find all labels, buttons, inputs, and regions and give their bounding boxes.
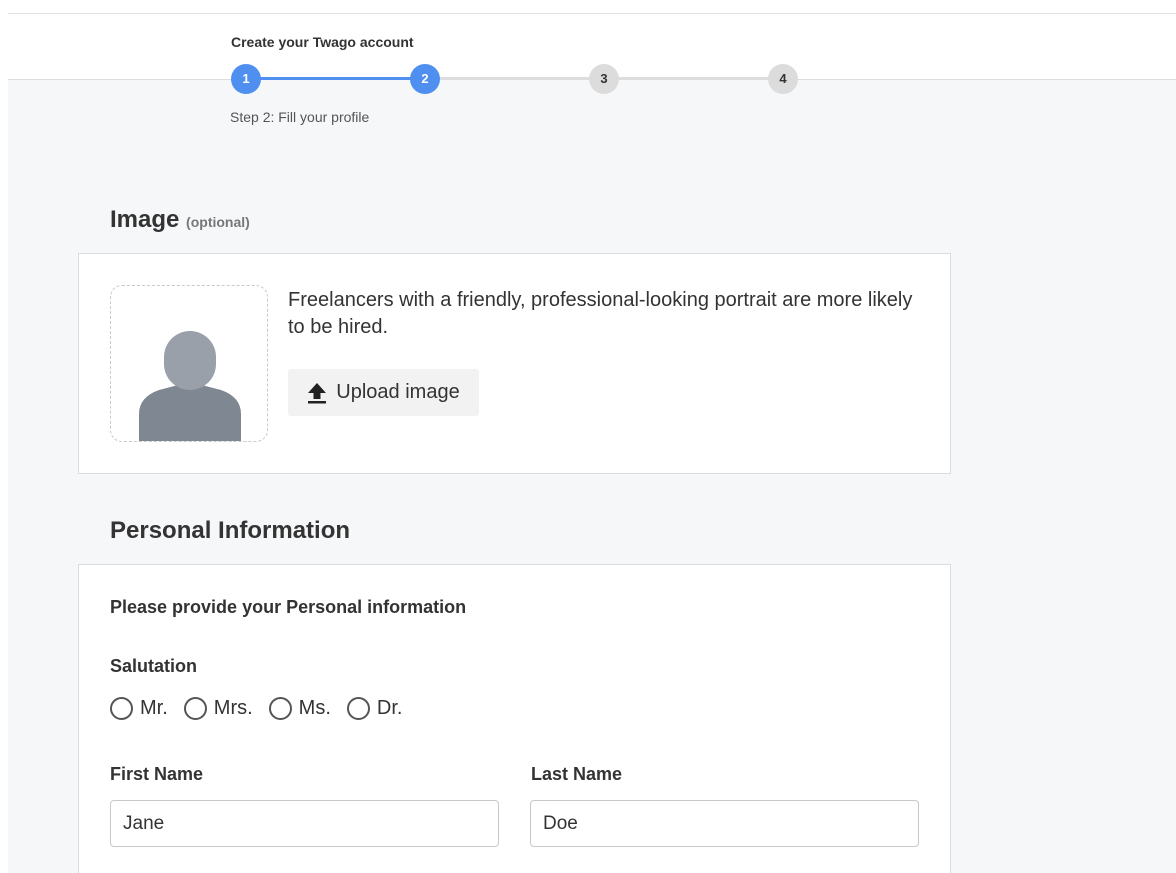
first-name-label: First Name	[110, 764, 204, 784]
salutation-option-label: Mr.	[140, 696, 168, 719]
salutation-option-mrs[interactable]: Mrs.	[183, 696, 253, 720]
wizard-title: Create your Twago account	[231, 34, 414, 50]
radio-button[interactable]	[110, 696, 133, 720]
image-section-title-text: Image	[110, 206, 180, 233]
first-name-input[interactable]	[110, 800, 499, 847]
salutation-option-mr[interactable]: Mr.	[110, 696, 168, 720]
step-progress-fill	[246, 77, 425, 80]
last-name-input[interactable]	[530, 800, 919, 847]
step-progress-track	[246, 77, 783, 80]
avatar-placeholder[interactable]	[110, 285, 268, 442]
person-silhouette-icon	[139, 331, 241, 441]
image-section-title: Image (optional)	[110, 206, 250, 234]
salutation-radio-group: Mr. Mrs. Ms. Dr.	[110, 696, 418, 720]
step-1-indicator: 1	[231, 64, 261, 94]
salutation-option-label: Mrs.	[213, 696, 253, 719]
step-4-indicator: 4	[768, 64, 798, 94]
step-3-indicator: 3	[589, 64, 619, 94]
salutation-option-label: Ms.	[298, 696, 331, 719]
salutation-label: Salutation	[110, 656, 198, 676]
upload-image-button[interactable]: Upload image	[288, 369, 479, 416]
salutation-option-ms[interactable]: Ms.	[268, 696, 331, 720]
radio-button[interactable]	[268, 696, 292, 720]
image-hint-text: Freelancers with a friendly, professiona…	[288, 289, 913, 338]
upload-arrow-icon	[308, 382, 327, 403]
step-caption: Step 2: Fill your profile	[230, 109, 370, 125]
personal-info-intro: Please provide your Personal information	[110, 597, 467, 617]
upload-image-label: Upload image	[336, 381, 460, 403]
step-2-indicator: 2	[410, 64, 440, 94]
salutation-option-dr[interactable]: Dr.	[346, 696, 403, 720]
optional-note: (optional)	[186, 214, 250, 230]
page-left-edge	[0, 0, 8, 873]
salutation-option-label: Dr.	[376, 696, 403, 719]
last-name-label: Last Name	[531, 764, 623, 784]
radio-button[interactable]	[346, 696, 370, 720]
radio-button[interactable]	[183, 696, 207, 720]
personal-section-title: Personal Information	[110, 517, 351, 544]
